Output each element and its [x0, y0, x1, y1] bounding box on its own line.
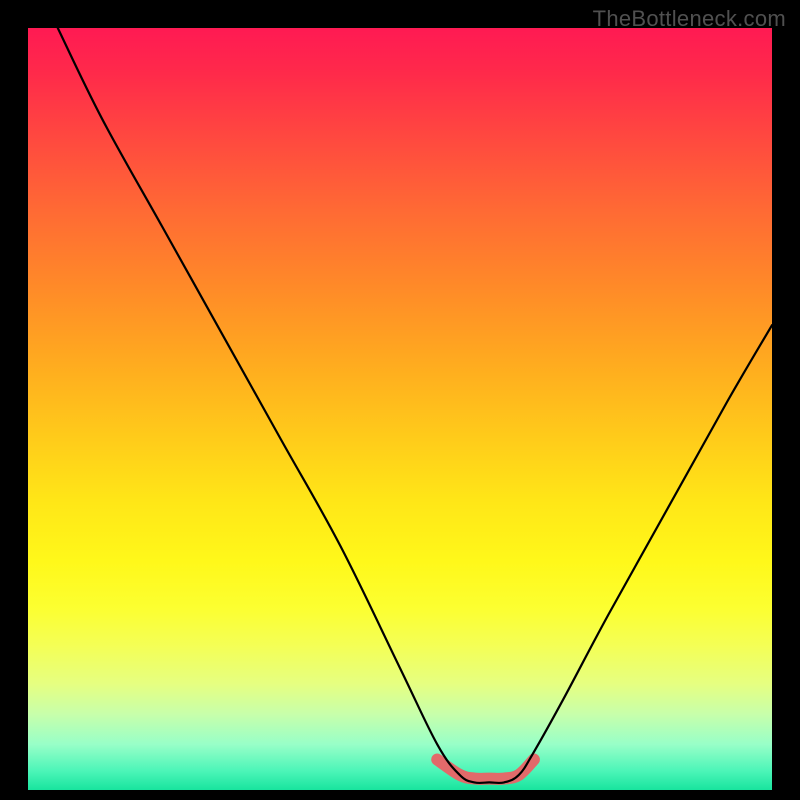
chart-frame: TheBottleneck.com: [0, 0, 800, 800]
optimal-range-accent: [437, 760, 534, 779]
plot-area: [28, 28, 772, 790]
curve-svg: [28, 28, 772, 790]
bottleneck-curve-line: [58, 28, 772, 783]
watermark-text: TheBottleneck.com: [593, 6, 786, 32]
